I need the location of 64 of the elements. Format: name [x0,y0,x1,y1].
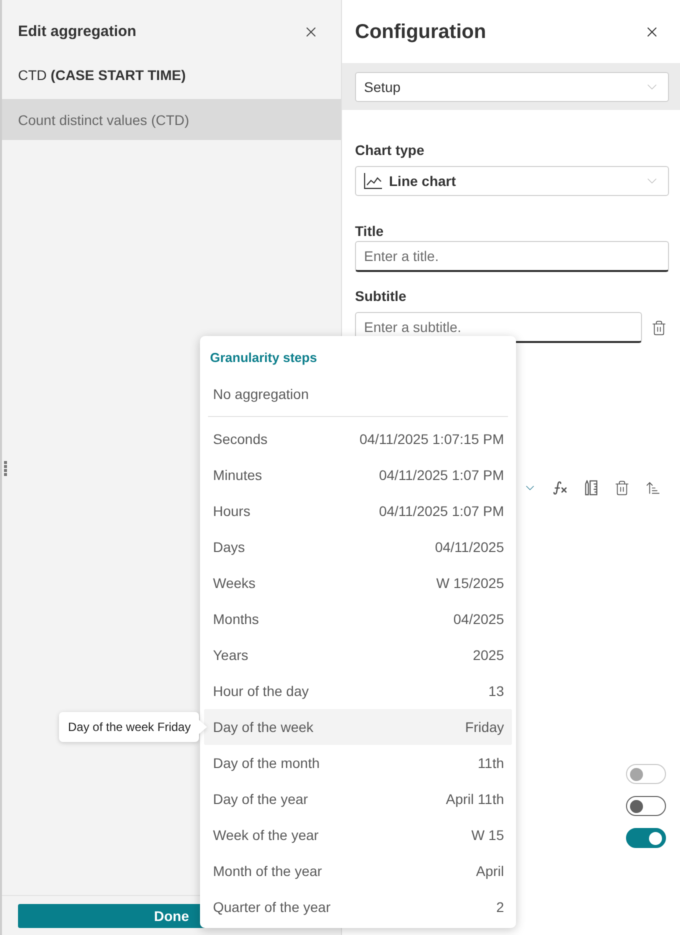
select-value: Line chart [389,172,456,191]
chart-type-select[interactable]: Line chart [355,166,669,196]
step-label: Day of the year [213,790,308,809]
menu-item[interactable]: Days 04/11/2025 [204,529,512,565]
field-label: Chart type [355,142,426,158]
menu-item[interactable]: Week of the year W 15 [204,817,512,853]
menu-item[interactable]: Hours 04/11/2025 1:07 PM [204,493,512,529]
step-label: Day of the month [213,754,320,773]
function-icon[interactable] [552,480,568,496]
step-example: 04/2025 [453,610,504,629]
step-label: Seconds [213,430,268,449]
step-example: W 15 [471,826,504,845]
step-example: 2025 [472,646,504,665]
menu-item[interactable]: No aggregation [204,376,512,412]
title-input[interactable]: Enter a title. [355,241,669,272]
step-example: 04/11/2025 1:07 PM [378,466,504,485]
aggregation-option[interactable]: Count distinct values (CTD) [2,99,341,140]
panel-title: Edit aggregation [18,22,136,42]
step-label: Years [213,646,248,665]
menu-item[interactable]: Hour of the day 13 [204,673,512,709]
toggle-switch[interactable] [626,828,666,848]
field-label: Title [355,223,385,239]
step-label: Days [213,538,245,557]
step-example: 04/11/2025 1:07 PM [378,502,504,521]
step-label: Week of the year [213,826,319,845]
step-example: 2 [496,898,504,917]
menu-item[interactable]: Seconds 04/11/2025 1:07:15 PM [204,421,512,457]
step-label: Minutes [213,466,262,485]
menu-item[interactable]: Minutes 04/11/2025 1:07 PM [204,457,512,493]
field-name: CTD (CASE START TIME) [18,67,186,83]
trash-icon[interactable] [614,480,630,496]
select-value: Setup [364,78,401,97]
menu-item[interactable]: Years 2025 [204,637,512,673]
toggle-switch[interactable] [626,796,666,816]
step-example: Friday [465,718,504,737]
menu-item[interactable]: Day of the week Friday [204,709,512,745]
step-example: April [476,862,504,881]
menu-heading: Granularity steps [209,349,318,367]
section-select[interactable]: Setup [355,72,669,102]
step-label: Weeks [213,574,256,593]
menu-item[interactable]: Weeks W 15/2025 [204,565,512,601]
step-example: 04/11/2025 [434,538,504,557]
step-example: April 11th [446,790,504,809]
trash-icon[interactable] [651,320,667,336]
step-label: Month of the year [213,862,322,881]
menu-item[interactable]: Months 04/2025 [204,601,512,637]
tooltip: Day of the week Friday [59,712,199,742]
menu-item[interactable]: Day of the year April 11th [204,781,512,817]
step-label: Months [213,610,259,629]
field-label: Subtitle [355,288,408,304]
panel-title: Configuration [355,20,486,44]
step-example: 11th [478,754,504,773]
menu-item[interactable]: Month of the year April [204,853,512,889]
line-chart-icon [364,173,382,189]
step-label: Hours [213,502,250,521]
step-example: 13 [488,682,504,701]
step-example: 04/11/2025 1:07:15 PM [359,430,504,449]
step-example: W 15/2025 [436,574,504,593]
drag-handle-icon[interactable] [4,461,7,476]
step-label: Hour of the day [213,682,309,701]
menu-item[interactable]: Day of the month 11th [204,745,512,781]
sort-ascending-icon[interactable] [645,480,661,496]
ruler-pencil-icon[interactable] [583,480,599,496]
step-label: Day of the week [213,718,314,737]
